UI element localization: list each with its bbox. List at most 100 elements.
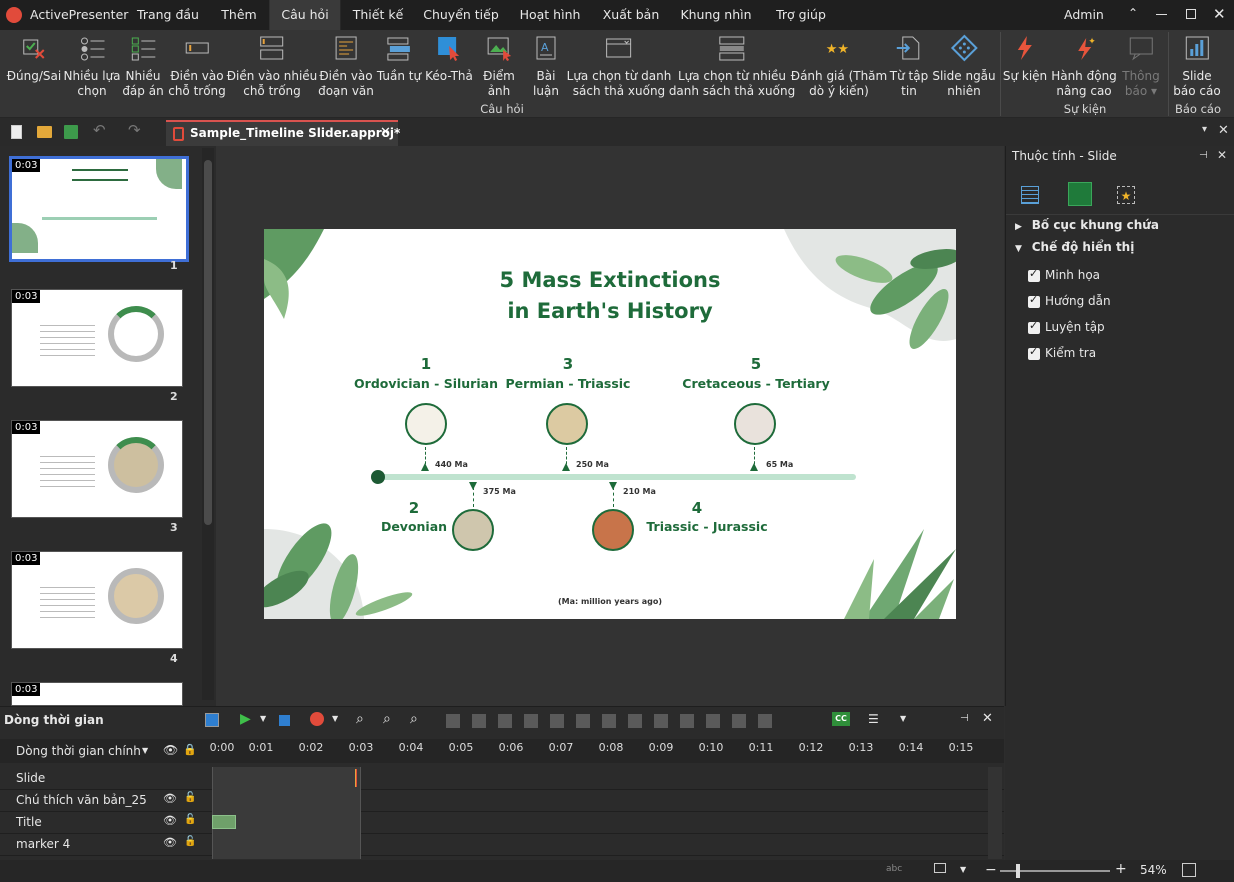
menu-cau-hoi[interactable]: Câu hỏi — [269, 0, 341, 30]
record-icon[interactable] — [310, 712, 324, 726]
rating-scale-button[interactable]: ★★ Đánh giá (Thăm dò ý kiến) — [791, 34, 887, 99]
timeline-row-slide[interactable]: Slide — [0, 767, 1004, 790]
slide-panel-scroll-thumb[interactable] — [204, 160, 212, 525]
event-image-1[interactable] — [405, 403, 447, 445]
row-lock-icon[interactable]: 🔓 — [184, 814, 196, 825]
select-from-list-button[interactable]: Lựa chọn từ danh sách thả xuống — [567, 34, 671, 99]
zoom-out-button[interactable]: − — [985, 862, 997, 878]
timeline-close-icon[interactable]: ✕ — [982, 711, 993, 726]
play-icon[interactable]: ▶ — [240, 711, 251, 727]
slide-thumbnail-2[interactable]: 0:03 — [11, 289, 183, 387]
multiple-response-button[interactable]: Nhiều đáp án — [122, 34, 164, 99]
menu-hoat-hinh[interactable]: Hoạt hình — [520, 0, 581, 30]
timeline-row-caption[interactable]: Chú thích văn bản_25 👁 🔓 — [0, 789, 1004, 812]
stop-icon[interactable] — [279, 715, 290, 726]
event-marker-2[interactable] — [473, 487, 474, 507]
properties-tab-size-icon[interactable] — [1068, 182, 1092, 206]
screen-view-icon[interactable] — [934, 863, 946, 873]
slide-thumbnail-1[interactable]: 0:03 — [9, 156, 189, 262]
essay-button[interactable]: A Bài luận — [532, 34, 560, 99]
document-tab[interactable]: Sample_Timeline Slider.approj* ✕ — [166, 120, 400, 148]
undo-icon[interactable]: ↶ — [93, 121, 106, 139]
main-timeline-select[interactable]: Dòng thời gian chính — [16, 744, 141, 758]
maximize-icon[interactable] — [1186, 9, 1196, 19]
new-file-icon[interactable] — [11, 125, 22, 139]
properties-tab-interaction-icon[interactable]: ★ — [1117, 186, 1135, 204]
zoom-out-icon[interactable]: ⌕ — [383, 711, 391, 727]
checkbox-test[interactable] — [1028, 345, 1040, 360]
fit-to-window-icon[interactable] — [1182, 863, 1196, 877]
events-button[interactable]: Sự kiện — [1003, 34, 1047, 84]
menu-khung-nhin[interactable]: Khung nhìn — [680, 0, 751, 30]
timeline-start-dot[interactable] — [371, 470, 385, 484]
checkbox-practice[interactable] — [1028, 319, 1040, 334]
event-image-2[interactable] — [452, 509, 494, 551]
play-dropdown-icon[interactable]: ▼ — [260, 714, 266, 723]
menu-them[interactable]: Thêm — [221, 0, 256, 30]
close-tab-icon[interactable]: ✕ — [380, 125, 391, 140]
advanced-actions-button[interactable]: ✦ Hành động nâng cao — [1051, 34, 1117, 99]
row-eye-icon[interactable]: 👁 — [163, 836, 177, 849]
select-from-multiple-lists-button[interactable]: Lựa chọn từ nhiều danh sách thả xuống — [669, 34, 795, 99]
sequence-button[interactable]: Tuần tự — [377, 34, 421, 84]
fill-paragraph-button[interactable]: Điền vào đoạn văn — [318, 34, 374, 99]
main-timeline-dropdown-icon[interactable]: ▼ — [142, 746, 148, 755]
app-logo-icon[interactable] — [6, 7, 22, 23]
menu-trang-dau[interactable]: Trang đầu — [137, 0, 199, 30]
timeline-row-title[interactable]: Title 👁 🔓 — [0, 811, 1004, 834]
zoom-in-button[interactable]: + — [1115, 861, 1127, 877]
close-document-icon[interactable]: ✕ — [1218, 123, 1229, 138]
checkbox-demo[interactable] — [1028, 267, 1040, 282]
feedback-button[interactable]: Thông báo ▾ — [1122, 34, 1160, 99]
menu-thiet-ke[interactable]: Thiết kế — [353, 0, 404, 30]
timeline-pin-icon[interactable]: ⊣ — [960, 713, 969, 724]
slide-thumbnail-4[interactable]: 0:03 — [11, 551, 183, 649]
checkbox-tutorial[interactable] — [1028, 293, 1040, 308]
row-lock-icon[interactable]: 🔓 — [184, 792, 196, 803]
report-slide-button[interactable]: Slide báo cáo — [1173, 34, 1221, 99]
closed-caption-icon[interactable]: CC — [832, 712, 850, 726]
row-eye-icon[interactable]: 👁 — [163, 814, 177, 827]
user-name[interactable]: Admin — [1064, 0, 1104, 30]
tab-menu-icon[interactable]: ▾ — [1202, 124, 1207, 135]
view-dropdown-icon[interactable]: ▼ — [960, 865, 966, 874]
properties-tab-general-icon[interactable] — [1021, 186, 1039, 204]
timeline-title-clip[interactable] — [212, 815, 236, 829]
event-marker-4[interactable] — [613, 487, 614, 507]
multiple-choice-button[interactable]: Nhiều lựa chọn — [63, 34, 121, 99]
row-lock-icon[interactable]: 🔓 — [184, 836, 196, 847]
pin-panel-icon[interactable]: ⊣ — [1199, 150, 1208, 161]
playhead[interactable] — [355, 769, 357, 787]
open-folder-icon[interactable] — [37, 126, 52, 138]
spellcheck-icon[interactable]: abc — [886, 864, 902, 874]
row-eye-icon[interactable]: 👁 — [163, 792, 177, 805]
timeline-scrollbar[interactable] — [988, 767, 1002, 859]
menu-tro-giup[interactable]: Trợ giúp — [776, 0, 826, 30]
slide-thumbnail-5[interactable]: 0:03 — [11, 682, 183, 706]
timeline-row-marker[interactable]: marker 4 👁 🔓 — [0, 833, 1004, 856]
record-dropdown-icon[interactable]: ▼ — [332, 714, 338, 723]
from-file-button[interactable]: Từ tập tin — [890, 34, 928, 99]
zoom-in-icon[interactable]: ⌕ — [356, 711, 364, 727]
event-image-5[interactable] — [734, 403, 776, 445]
drag-drop-button[interactable]: Kéo-Thả — [425, 34, 473, 84]
lock-all-icon[interactable]: 🔒 — [183, 743, 197, 756]
close-window-icon[interactable]: ✕ — [1213, 5, 1226, 23]
menu-chuyen-tiep[interactable]: Chuyển tiếp — [423, 0, 499, 30]
random-slide-button[interactable]: Slide ngẫu nhiên — [932, 34, 996, 99]
close-panel-icon[interactable]: ✕ — [1217, 148, 1227, 162]
redo-icon[interactable]: ↷ — [128, 121, 141, 139]
event-image-4[interactable] — [592, 509, 634, 551]
section-display-mode[interactable]: ▼ Chế độ hiển thị — [1015, 240, 1134, 254]
fill-multiple-blanks-button[interactable]: Điền vào nhiều chỗ trống — [227, 34, 317, 99]
slide-content[interactable]: 5 Mass Extinctions in Earth's History 1 … — [264, 229, 956, 619]
slide-thumbnail-3[interactable]: 0:03 — [11, 420, 183, 518]
collapse-ribbon-icon[interactable]: ⌃ — [1128, 6, 1138, 20]
event-image-3[interactable] — [546, 403, 588, 445]
timeline-options-icon[interactable]: ☰ — [868, 712, 879, 726]
menu-xuat-ban[interactable]: Xuất bản — [603, 0, 660, 30]
select-color-icon[interactable] — [205, 713, 219, 727]
true-false-button[interactable]: Đúng/Sai — [7, 34, 61, 84]
fill-blank-button[interactable]: Điền vào chỗ trống — [168, 34, 226, 99]
hotspot-button[interactable]: Điểm ảnh — [483, 34, 515, 99]
